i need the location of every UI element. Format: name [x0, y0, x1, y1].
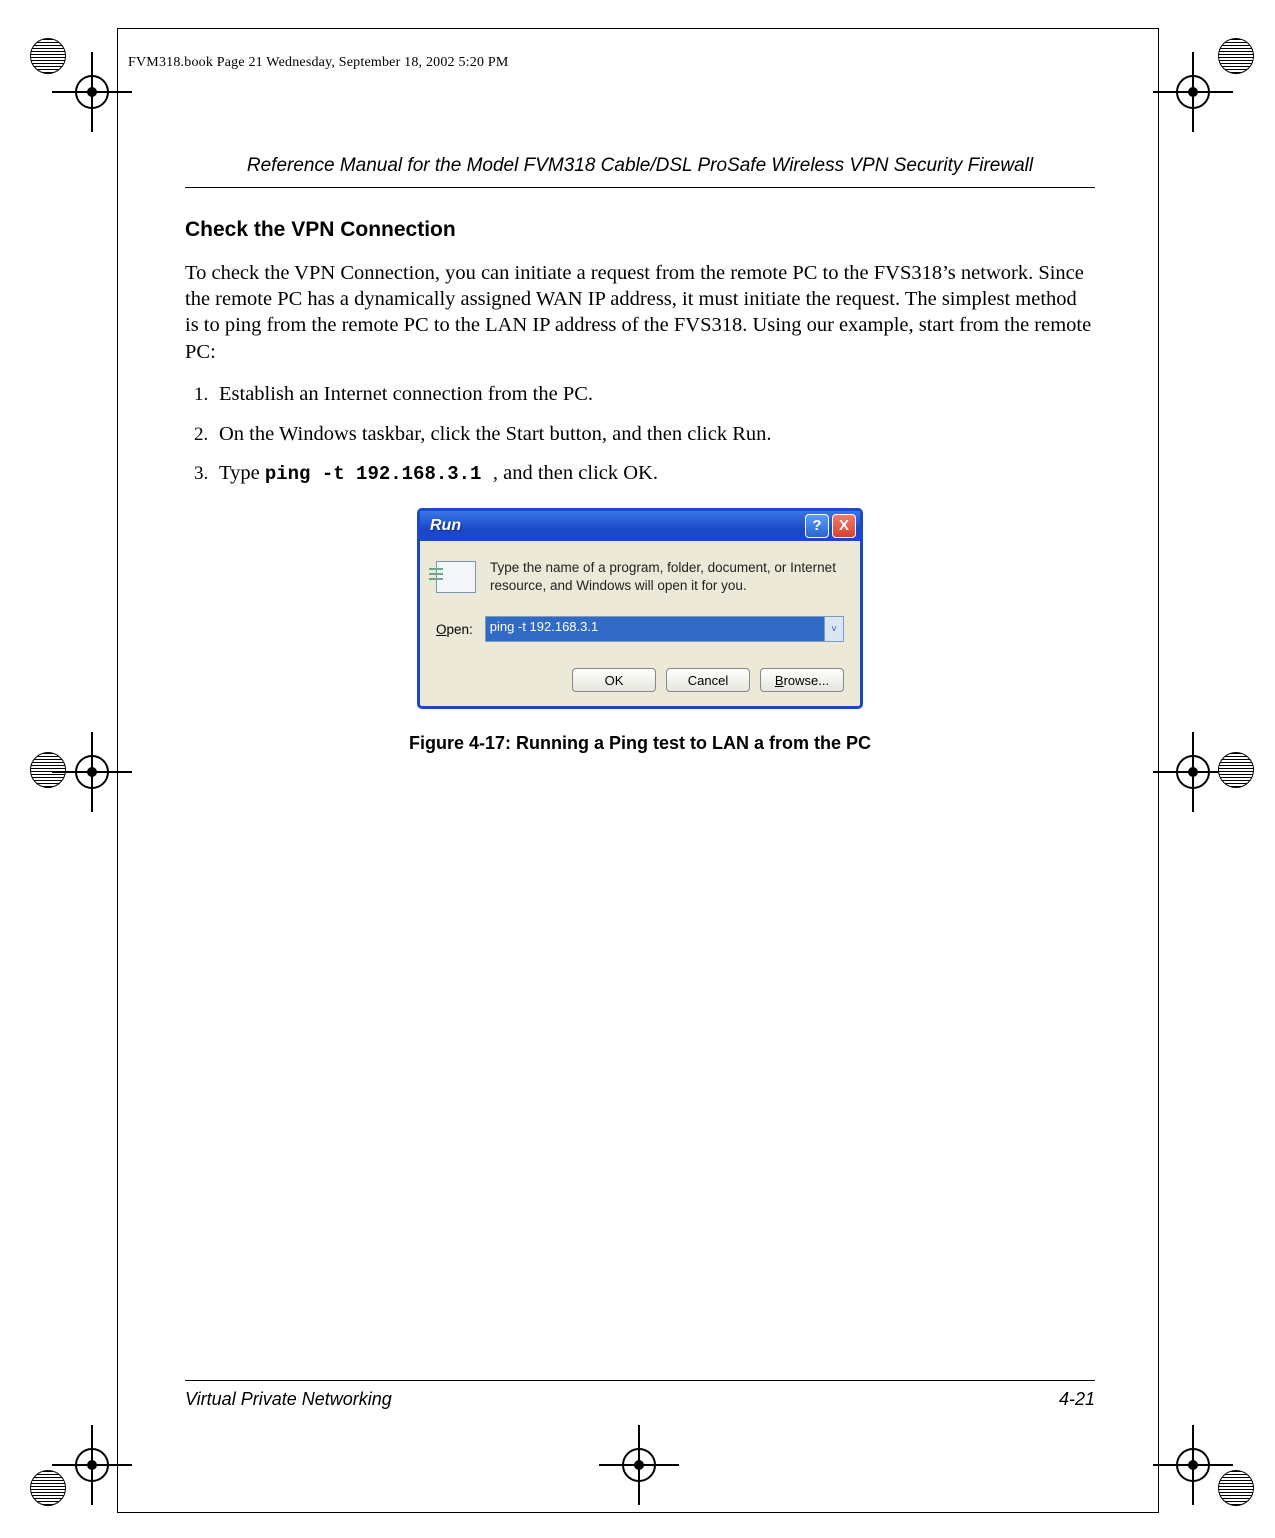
- intro-paragraph: To check the VPN Connection, you can ini…: [185, 260, 1095, 365]
- ok-button[interactable]: OK: [572, 668, 656, 692]
- run-title: Run: [430, 517, 461, 535]
- crop-hatch-tr: [1218, 38, 1254, 74]
- crop-hatch-tl: [30, 38, 66, 74]
- crop-target-ml: [75, 755, 109, 789]
- footer-rule: [185, 1380, 1095, 1381]
- crop-target-br: [1176, 1448, 1210, 1482]
- run-titlebar: Run ? X: [420, 511, 860, 541]
- help-button[interactable]: ?: [805, 514, 829, 538]
- step-3-command: ping -t 192.168.3.1: [265, 463, 493, 485]
- run-description: Type the name of a program, folder, docu…: [490, 559, 844, 594]
- crop-hatch-ml: [30, 752, 66, 788]
- crop-hatch-mr: [1218, 752, 1254, 788]
- section-title: Check the VPN Connection: [185, 218, 1095, 242]
- page-footer: Virtual Private Networking 4-21: [185, 1380, 1095, 1410]
- chevron-down-icon[interactable]: ˅: [824, 617, 843, 641]
- footer-left: Virtual Private Networking: [185, 1389, 392, 1410]
- crop-hatch-bl: [30, 1470, 66, 1506]
- step-2: On the Windows taskbar, click the Start …: [213, 421, 1095, 449]
- browse-button[interactable]: Browse...: [760, 668, 844, 692]
- run-icon: [436, 561, 476, 593]
- open-value[interactable]: ping -t 192.168.3.1: [486, 617, 824, 641]
- crop-target-bl: [75, 1448, 109, 1482]
- step-1: Establish an Internet connection from th…: [213, 381, 1095, 409]
- step-3-pre: Type: [219, 462, 265, 484]
- run-dialog: Run ? X Type the name of a program, fold…: [417, 508, 863, 709]
- footer-right: 4-21: [1059, 1389, 1095, 1410]
- step-3-post: , and then click OK.: [493, 462, 658, 484]
- figure-caption: Figure 4-17: Running a Ping test to LAN …: [185, 733, 1095, 754]
- crop-target-tr: [1176, 75, 1210, 109]
- steps-list: Establish an Internet connection from th…: [185, 381, 1095, 488]
- cancel-button[interactable]: Cancel: [666, 668, 750, 692]
- crop-target-tl: [75, 75, 109, 109]
- close-button[interactable]: X: [832, 514, 856, 538]
- step-3: Type ping -t 192.168.3.1 , and then clic…: [213, 460, 1095, 488]
- crop-target-mb: [622, 1448, 656, 1482]
- running-head: Reference Manual for the Model FVM318 Ca…: [185, 155, 1095, 177]
- content-area: Reference Manual for the Model FVM318 Ca…: [185, 155, 1095, 754]
- figure-wrap: Run ? X Type the name of a program, fold…: [185, 508, 1095, 754]
- header-rule: [185, 187, 1095, 188]
- open-label: Open:: [436, 622, 473, 637]
- crop-hatch-br: [1218, 1470, 1254, 1506]
- crop-target-mr: [1176, 755, 1210, 789]
- open-combobox[interactable]: ping -t 192.168.3.1 ˅: [485, 616, 844, 642]
- page-stamp: FVM318.book Page 21 Wednesday, September…: [128, 55, 508, 71]
